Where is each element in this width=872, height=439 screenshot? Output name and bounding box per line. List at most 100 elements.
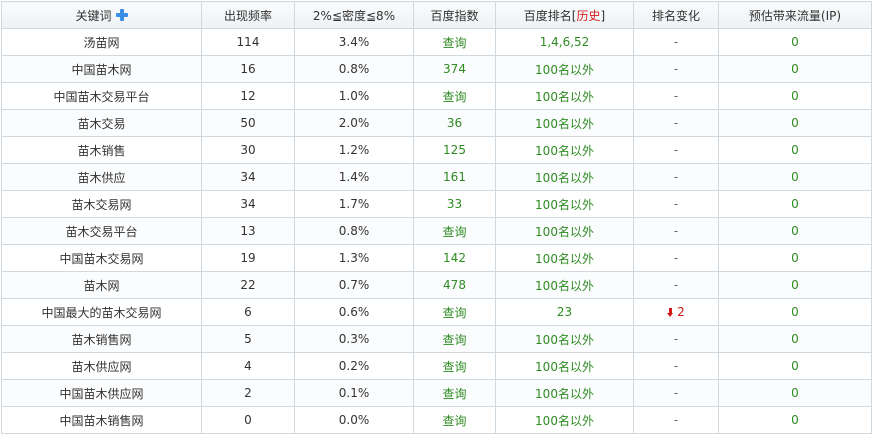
header-density: 2%≦密度≦8% (294, 1, 414, 29)
rank-change-cell: - (633, 244, 719, 272)
table-row: 中国苗木网 16 0.8% 374 100名以外 -0 (1, 55, 872, 83)
table-header-row: 关键词 出现频率 2%≦密度≦8% 百度指数 百度排名[历史] 排名变化 预估带… (1, 1, 872, 29)
table-row: 苗木交易网 34 1.7% 33 100名以外 -0 (1, 190, 872, 218)
header-baidu-index: 百度指数 (413, 1, 496, 29)
down-arrow-icon (667, 308, 674, 317)
density-cell: 0.8% (294, 217, 414, 245)
baidu-rank-cell: 100名以外 (495, 217, 634, 245)
frequency-cell: 114 (201, 28, 295, 56)
traffic-cell: 0 (718, 163, 872, 191)
traffic-cell: 0 (718, 28, 872, 56)
rank-change-cell: - (633, 325, 719, 353)
table-row: 苗木交易 50 2.0% 36 100名以外 -0 (1, 109, 872, 137)
baidu-index-query-link[interactable]: 查询 (413, 352, 496, 380)
rank-change-cell: - (633, 190, 719, 218)
baidu-rank-cell: 100名以外 (495, 406, 634, 434)
header-keyword: 关键词 (1, 1, 202, 29)
rank-change-cell: - (633, 28, 719, 56)
history-link[interactable]: 历史 (576, 9, 600, 23)
density-cell: 1.3% (294, 244, 414, 272)
frequency-cell: 6 (201, 298, 295, 326)
baidu-rank-cell: 100名以外 (495, 109, 634, 137)
table-row: 中国苗木交易网 19 1.3% 142 100名以外 -0 (1, 244, 872, 272)
frequency-cell: 22 (201, 271, 295, 299)
baidu-rank-cell: 1,4,6,52 (495, 28, 634, 56)
keyword-cell: 苗木销售网 (1, 325, 202, 353)
baidu-index-cell: 142 (413, 244, 496, 272)
baidu-rank-cell: 100名以外 (495, 82, 634, 110)
traffic-cell: 0 (718, 379, 872, 407)
baidu-rank-cell: 100名以外 (495, 271, 634, 299)
keyword-cell: 中国苗木网 (1, 55, 202, 83)
baidu-index-cell: 125 (413, 136, 496, 164)
table-row: 苗木交易平台 13 0.8% 查询 100名以外 -0 (1, 217, 872, 245)
density-cell: 0.8% (294, 55, 414, 83)
keyword-table: 关键词 出现频率 2%≦密度≦8% 百度指数 百度排名[历史] 排名变化 预估带… (1, 1, 872, 434)
table-row: 中国苗木销售网 0 0.0% 查询 100名以外 -0 (1, 406, 872, 434)
rank-change-value: 2 (677, 305, 685, 319)
density-cell: 1.7% (294, 190, 414, 218)
traffic-cell: 0 (718, 244, 872, 272)
header-baidu-rank-bracket: ] (600, 8, 606, 23)
baidu-index-query-link[interactable]: 查询 (413, 298, 496, 326)
frequency-cell: 19 (201, 244, 295, 272)
baidu-rank-cell: 100名以外 (495, 325, 634, 353)
header-rank-change: 排名变化 (633, 1, 719, 29)
header-frequency: 出现频率 (201, 1, 295, 29)
rank-change-cell: - (633, 271, 719, 299)
baidu-rank-cell: 100名以外 (495, 163, 634, 191)
keyword-cell: 苗木网 (1, 271, 202, 299)
frequency-cell: 5 (201, 325, 295, 353)
density-cell: 3.4% (294, 28, 414, 56)
frequency-cell: 16 (201, 55, 295, 83)
table-row: 苗木供应网 4 0.2% 查询 100名以外 -0 (1, 352, 872, 380)
traffic-cell: 0 (718, 136, 872, 164)
baidu-rank-cell: 100名以外 (495, 244, 634, 272)
table-body: 汤苗网 114 3.4% 查询 1,4,6,52-0 中国苗木网 16 0.8% 374 100名… (1, 28, 872, 434)
traffic-cell: 0 (718, 298, 872, 326)
traffic-cell: 0 (718, 406, 872, 434)
rank-change-cell: - (633, 352, 719, 380)
traffic-cell: 0 (718, 352, 872, 380)
table-row: 汤苗网 114 3.4% 查询 1,4,6,52-0 (1, 28, 872, 56)
baidu-index-query-link[interactable]: 查询 (413, 82, 496, 110)
traffic-cell: 0 (718, 271, 872, 299)
plus-icon[interactable] (115, 8, 128, 21)
density-cell: 2.0% (294, 109, 414, 137)
baidu-index-cell: 161 (413, 163, 496, 191)
rank-change-cell: - (633, 82, 719, 110)
baidu-index-query-link[interactable]: 查询 (413, 406, 496, 434)
density-cell: 0.3% (294, 325, 414, 353)
baidu-index-query-link[interactable]: 查询 (413, 28, 496, 56)
rank-change-cell: 2 (633, 298, 719, 326)
keyword-cell: 苗木交易 (1, 109, 202, 137)
traffic-cell: 0 (718, 109, 872, 137)
frequency-cell: 13 (201, 217, 295, 245)
rank-change-cell: - (633, 55, 719, 83)
baidu-index-query-link[interactable]: 查询 (413, 325, 496, 353)
keyword-cell: 中国苗木销售网 (1, 406, 202, 434)
density-cell: 0.6% (294, 298, 414, 326)
baidu-index-cell: 36 (413, 109, 496, 137)
frequency-cell: 34 (201, 163, 295, 191)
density-cell: 1.4% (294, 163, 414, 191)
table-row: 中国苗木交易平台 12 1.0% 查询 100名以外 -0 (1, 82, 872, 110)
frequency-cell: 50 (201, 109, 295, 137)
rank-change-cell: - (633, 109, 719, 137)
header-keyword-label: 关键词 (75, 8, 112, 23)
traffic-cell: 0 (718, 55, 872, 83)
rank-change-cell: - (633, 163, 719, 191)
baidu-rank-cell: 23 (495, 298, 634, 326)
frequency-cell: 0 (201, 406, 295, 434)
frequency-cell: 4 (201, 352, 295, 380)
density-cell: 1.0% (294, 82, 414, 110)
keyword-cell: 中国苗木供应网 (1, 379, 202, 407)
traffic-cell: 0 (718, 82, 872, 110)
baidu-index-query-link[interactable]: 查询 (413, 217, 496, 245)
traffic-cell: 0 (718, 217, 872, 245)
traffic-cell: 0 (718, 325, 872, 353)
header-baidu-rank-label: 百度排名[ (523, 8, 577, 23)
baidu-rank-cell: 100名以外 (495, 55, 634, 83)
baidu-index-query-link[interactable]: 查询 (413, 379, 496, 407)
baidu-index-cell: 478 (413, 271, 496, 299)
